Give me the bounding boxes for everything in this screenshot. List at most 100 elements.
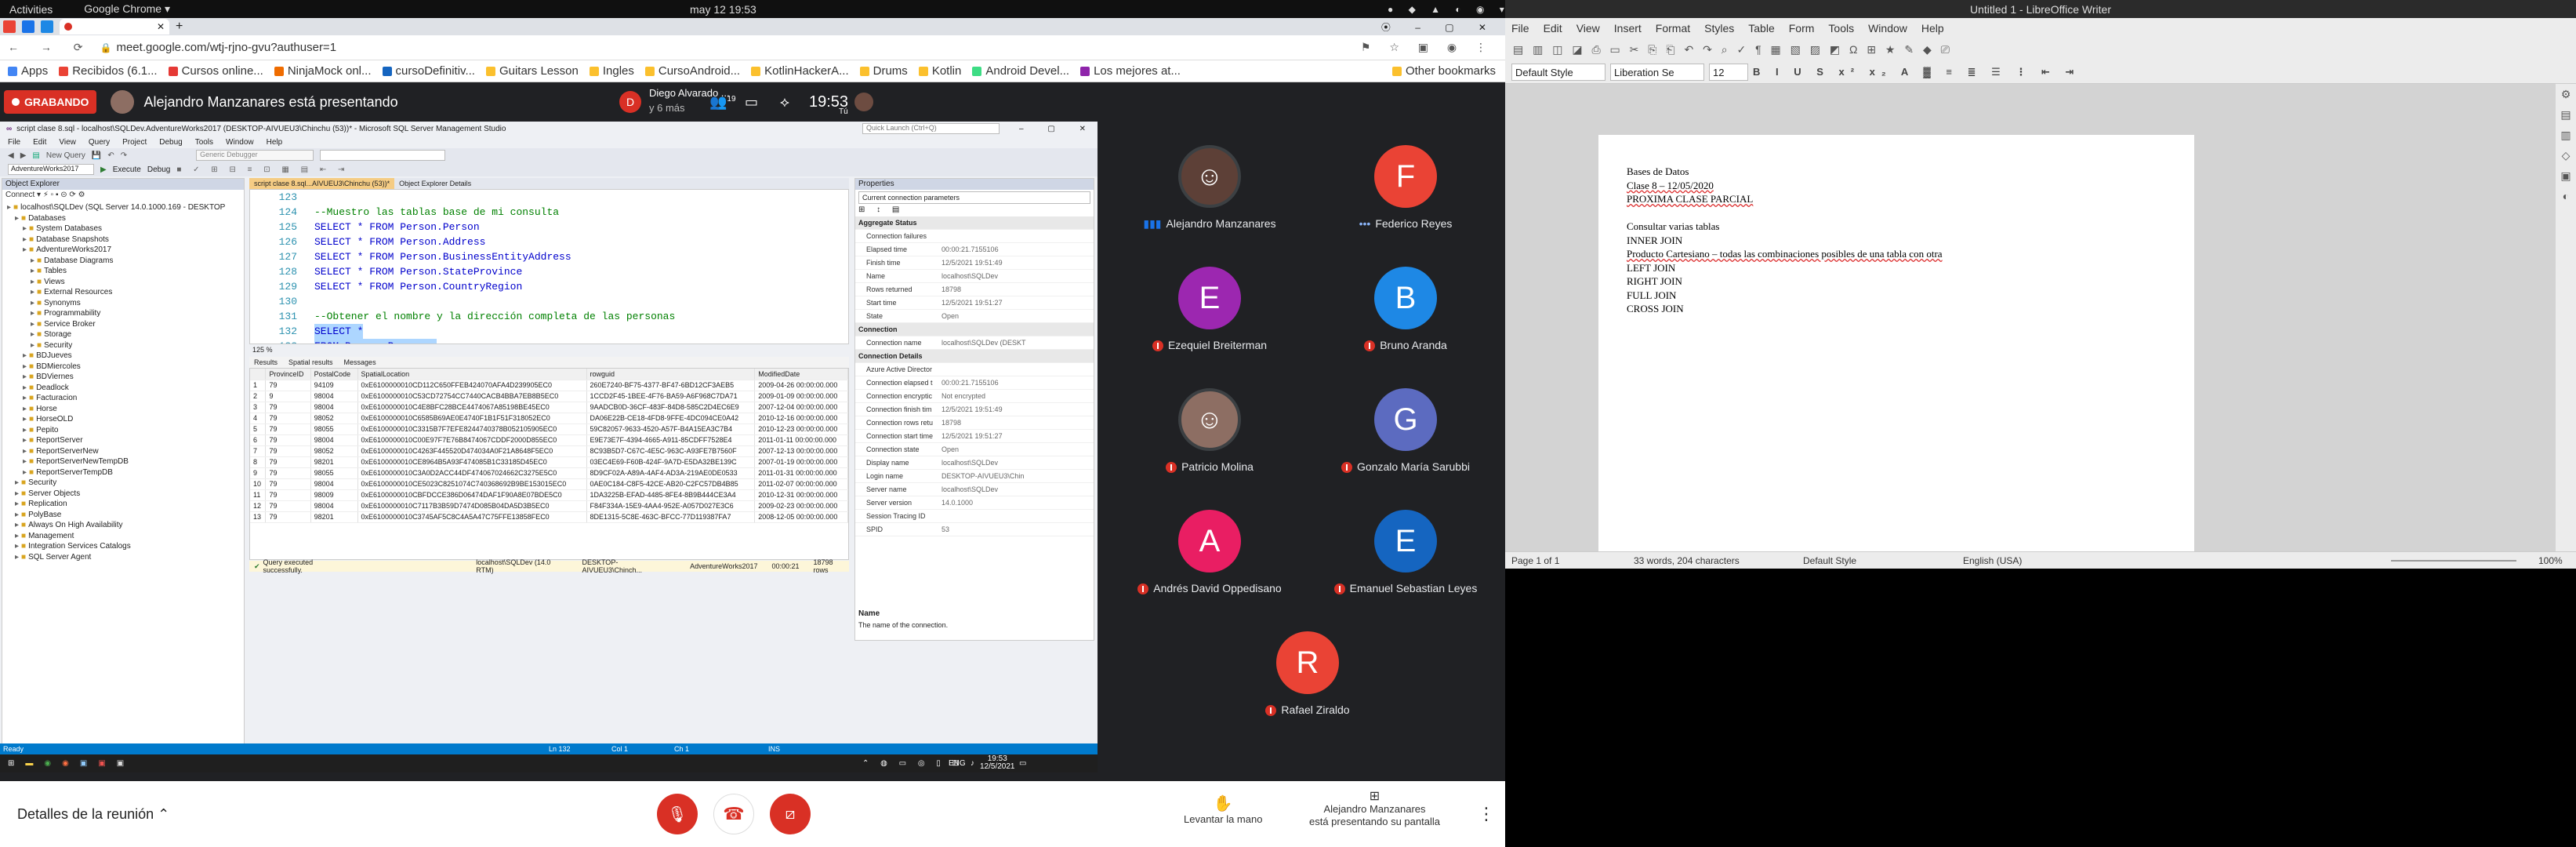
activities-button[interactable]: Activities xyxy=(9,3,53,16)
table-cell[interactable]: 98004 xyxy=(310,478,358,490)
bookmark-7[interactable]: CursoAndroid... xyxy=(644,64,740,78)
table-cell[interactable]: 2011-02-07 00:00:00.000 xyxy=(754,478,848,490)
table-cell[interactable]: 9 xyxy=(250,467,267,479)
table-cell[interactable]: 79 xyxy=(265,445,311,457)
property-category[interactable]: Aggregate Status xyxy=(855,216,1094,230)
result-tab-1[interactable]: Spatial results xyxy=(288,358,333,366)
mic-off-button[interactable]: 🎙 xyxy=(657,794,698,834)
property-row[interactable]: Azure Active Director xyxy=(855,363,1094,376)
table-row[interactable]: 6 79 98004 0xE6100000010C00E97F7E76B8474067… xyxy=(250,434,848,446)
tree-node[interactable]: ▸ ■ BDMiercoles xyxy=(7,362,244,373)
gmail-tab-icon[interactable] xyxy=(3,20,16,33)
code-line[interactable]: --Obtener el nombre y la dirección compl… xyxy=(314,309,847,324)
app-taskbar-icon[interactable]: ▣ xyxy=(117,759,124,768)
forward-icon[interactable]: ▶ xyxy=(20,151,27,160)
hangup-button[interactable]: ☎ xyxy=(713,794,754,834)
code-line[interactable] xyxy=(314,190,847,205)
table-cell[interactable]: 79 xyxy=(265,511,311,523)
tree-expander-icon[interactable]: ▸ xyxy=(15,542,19,551)
writer-sidebar[interactable]: ⚙ ▤ ▥ ◇ ▣ ◐ xyxy=(2556,84,2576,551)
document-line[interactable]: Clase 8 – 12/05/2020 xyxy=(1627,179,2194,193)
table-cell[interactable]: 94109 xyxy=(310,380,358,391)
database-select[interactable]: AdventureWorks2017 xyxy=(8,164,94,175)
tree-expander-icon[interactable]: ▸ xyxy=(7,203,11,212)
code-line[interactable]: SELECT * FROM Person.BusinessEntityAddre… xyxy=(314,249,847,264)
taskbar-lang[interactable]: ENG xyxy=(949,759,966,768)
present-status[interactable]: ⊞ Alejandro Manzanares está presentando su… xyxy=(1309,791,1440,828)
bookmark-4[interactable]: cursoDefinitiv... xyxy=(382,64,475,78)
tree-expander-icon[interactable]: ▸ xyxy=(15,489,19,498)
document-line[interactable]: Consultar varias tablas xyxy=(1627,220,2194,234)
chat-icon[interactable]: ▭ xyxy=(745,94,758,111)
tree-expander-icon[interactable]: ▸ xyxy=(15,553,19,562)
tree-expander-icon[interactable]: ▸ xyxy=(31,309,34,318)
tree-expander-icon[interactable]: ▸ xyxy=(15,500,19,508)
tree-expander-icon[interactable]: ▸ xyxy=(15,532,19,540)
table-cell[interactable]: E9E73E7F-4394-4665-A911-85CDFF7528E4 xyxy=(586,434,756,446)
ssms-menu-6[interactable]: Tools xyxy=(195,138,213,147)
table-cell[interactable]: 2007-01-19 00:00:00.000 xyxy=(754,456,848,468)
tree-node[interactable]: ▸ ■ Server Objects xyxy=(7,489,244,500)
property-row[interactable]: Connection finish tim 12/5/2021 19:51:49 xyxy=(855,403,1094,416)
tree-expander-icon[interactable]: ▸ xyxy=(23,235,27,244)
table-cell[interactable]: 98201 xyxy=(310,456,358,468)
tree-node[interactable]: ▸ ■ Facturacion xyxy=(7,393,244,404)
find-box[interactable] xyxy=(320,150,446,161)
property-row[interactable]: Server version 14.0.1000 xyxy=(855,496,1094,510)
table-cell[interactable]: 0xE6100000010CD112C650FFEB424070AFA4D239… xyxy=(357,380,587,391)
windows-start-icon[interactable]: ⊞ xyxy=(8,759,14,768)
ssms-menu-1[interactable]: Edit xyxy=(33,138,46,147)
document-line[interactable]: Producto Cartesiano – todas las combinac… xyxy=(1627,247,2194,261)
close-tab-icon[interactable]: ✕ xyxy=(157,21,165,32)
meeting-details-button[interactable]: Detalles de la reunión ⌃ xyxy=(17,806,169,823)
tree-expander-icon[interactable]: ▸ xyxy=(31,330,34,339)
table-cell[interactable]: 1DA3225B-EFAD-4485-8FE4-8B9B444CE3A4 xyxy=(586,489,756,501)
tree-expander-icon[interactable]: ▸ xyxy=(23,436,27,445)
table-row[interactable]: 11 79 98009 0xE6100000010CBFDCCE386D06474DA… xyxy=(250,489,848,501)
tree-node[interactable]: ▸ ■ External Resources xyxy=(7,287,244,298)
taskbar-clock[interactable]: 19:53 12/5/2021 xyxy=(980,755,1015,771)
tree-node[interactable]: ▸ ■ Views xyxy=(7,277,244,288)
table-cell[interactable]: 03EC4E69-F60B-424F-9A7D-E5DA32BE139C xyxy=(586,456,756,468)
table-cell[interactable]: 98009 xyxy=(310,489,358,501)
table-cell[interactable]: 98052 xyxy=(310,413,358,424)
participant-tile[interactable]: G Gonzalo María Sarubbi xyxy=(1308,388,1504,514)
table-cell[interactable]: DA06E22B-CE18-4FD8-9FFE-4DC094CE0A42 xyxy=(586,413,756,424)
tree-node[interactable]: ▸ ■ Security xyxy=(7,478,244,489)
table-cell[interactable]: 98055 xyxy=(310,467,358,479)
table-cell[interactable]: 0xE6100000010C00E97F7E76B8474067CDDF2000… xyxy=(357,434,587,446)
property-category[interactable]: Connection Details xyxy=(855,350,1094,363)
tree-expander-icon[interactable]: ▸ xyxy=(31,267,34,275)
tree-expander-icon[interactable]: ▸ xyxy=(23,468,27,477)
table-cell[interactable]: 79 xyxy=(265,380,311,391)
table-cell[interactable]: 98004 xyxy=(310,391,358,402)
execute-button[interactable]: Execute xyxy=(113,165,141,174)
table-cell[interactable]: 2010-12-31 00:00:00.000 xyxy=(754,489,848,501)
tree-expander-icon[interactable]: ▸ xyxy=(23,362,27,371)
document-line[interactable]: PROXIMA CLASE PARCIAL xyxy=(1627,192,2194,206)
table-cell[interactable]: 79 xyxy=(265,413,311,424)
editor-zoom[interactable]: 125 % xyxy=(249,346,849,355)
document-line[interactable]: RIGHT JOIN xyxy=(1627,274,2194,289)
active-tab[interactable]: ✕ xyxy=(60,19,169,35)
column-header[interactable]: ProvinceID xyxy=(265,369,311,380)
document-line[interactable] xyxy=(1627,206,2194,220)
participant-tile[interactable]: B Bruno Aranda xyxy=(1308,267,1504,392)
properties-sort-icons[interactable]: ⊞ ↕ ▤ xyxy=(855,205,1094,216)
writer-menu-1[interactable]: Edit xyxy=(1544,22,1562,35)
table-cell[interactable]: 79 xyxy=(265,402,311,413)
table-row[interactable]: 10 79 98004 0xE6100000010CE5023C8251074C740… xyxy=(250,478,848,490)
firefox-icon[interactable]: ◉ xyxy=(62,759,69,768)
chrome-icon[interactable]: ◉ xyxy=(44,759,51,768)
bookmark-3[interactable]: NinjaMock onl... xyxy=(274,64,372,78)
more-options-icon[interactable]: ⋮ xyxy=(1478,804,1495,824)
property-row[interactable]: Name localhost\SQLDev xyxy=(855,270,1094,283)
writer-menu-10[interactable]: Help xyxy=(1921,22,1944,35)
raise-hand-button[interactable]: ✋ Levantar la mano xyxy=(1184,794,1262,825)
property-row[interactable]: Elapsed time 00:00:21.7155106 xyxy=(855,243,1094,256)
bookmark-11[interactable]: Android Devel... xyxy=(972,64,1069,78)
tree-expander-icon[interactable]: ▸ xyxy=(23,447,27,456)
table-cell[interactable]: 0xE6100000010C4E8BFC28BCE4474067A85198BE… xyxy=(357,402,587,413)
result-tab-2[interactable]: Messages xyxy=(344,358,376,366)
redo-icon[interactable]: ↷ xyxy=(121,151,127,160)
